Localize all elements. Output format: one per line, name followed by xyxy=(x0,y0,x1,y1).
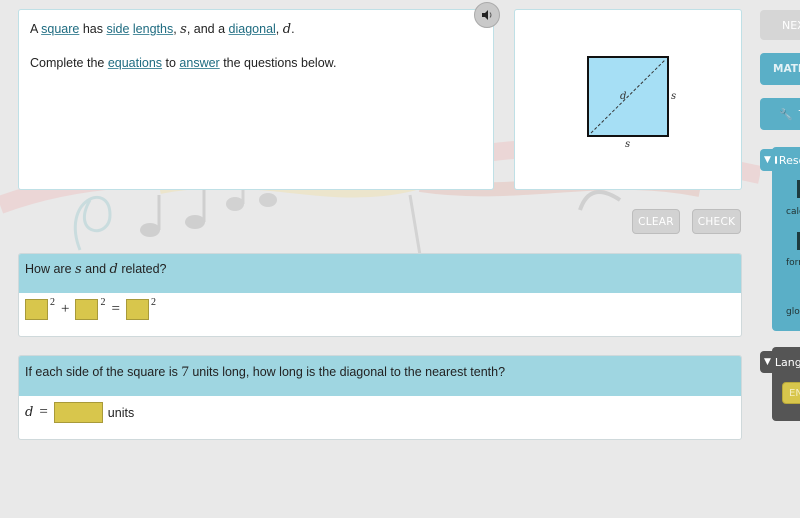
answer-row: d = units xyxy=(19,396,741,429)
intro-text: has xyxy=(79,22,107,36)
intro-text: the questions below. xyxy=(219,56,337,70)
exponent: 2 xyxy=(100,297,106,308)
tools-button[interactable]: 🔧Tools xyxy=(760,98,800,130)
intro-line-1: A square has side lengths, s, and a diag… xyxy=(30,20,482,39)
exponent: 2 xyxy=(50,297,55,308)
clear-button[interactable]: CLEAR xyxy=(632,209,680,234)
figure-card: d s s xyxy=(514,9,742,190)
question-2-card: If each side of the square is 7 units lo… xyxy=(18,355,742,440)
audio-button[interactable] xyxy=(474,2,500,28)
side-label-right: s xyxy=(671,91,676,102)
var-d: d xyxy=(25,405,34,420)
answer-blank-1[interactable] xyxy=(25,299,48,320)
resource-glossary[interactable]: glossary xyxy=(786,307,800,317)
prompt-text: and xyxy=(81,262,110,276)
var-s: s xyxy=(180,22,187,37)
equals-sign: = xyxy=(39,404,48,420)
plus-sign: + xyxy=(61,301,70,317)
resources-toggle[interactable]: ▼ Resources xyxy=(760,149,800,171)
vocab-link-diagonal[interactable]: diagonal xyxy=(229,22,276,36)
vocab-link-answer[interactable]: answer xyxy=(179,56,219,70)
resource-calculator[interactable]: calculator xyxy=(786,207,800,217)
triangle-down-icon: ▼ xyxy=(764,155,771,165)
vocab-link-side[interactable]: side xyxy=(106,22,129,36)
resource-formulas[interactable]: formulas xyxy=(786,258,800,268)
var-d: d xyxy=(109,262,118,277)
answer-blank-2[interactable] xyxy=(75,299,99,320)
language-toggle[interactable]: ▼ Language xyxy=(760,351,800,373)
vocab-link-square[interactable]: square xyxy=(41,22,79,36)
prompt-text: related? xyxy=(117,262,167,276)
unit-label: units xyxy=(107,405,135,420)
vocab-link-lengths[interactable]: lengths xyxy=(133,22,173,36)
question-1-card: How are s and d related? 2 + 2 = 2 xyxy=(18,253,742,337)
intro-text: Complete the xyxy=(30,56,108,70)
intro-line-2: Complete the equations to answer the que… xyxy=(30,54,482,72)
check-button[interactable]: CHECK xyxy=(692,209,741,234)
diagonal-answer-input[interactable] xyxy=(53,402,103,423)
question-2-prompt: If each side of the square is 7 units lo… xyxy=(19,356,741,396)
equation-row: 2 + 2 = 2 xyxy=(19,293,741,326)
diagonal-label: d xyxy=(620,91,626,102)
intro-text: to xyxy=(162,56,180,70)
prompt-text: units long, how long is the diagonal to … xyxy=(188,365,506,379)
math-button[interactable]: MATH xyxy=(760,53,800,85)
prompt-text: If each side of the square is xyxy=(25,365,182,379)
intro-text: , xyxy=(275,22,283,36)
side-label-bottom: s xyxy=(625,139,630,150)
equals-sign: = xyxy=(111,301,120,317)
question-1-prompt: How are s and d related? xyxy=(19,254,741,293)
intro-text: . xyxy=(291,22,295,36)
side-length-value: 7 xyxy=(181,364,189,380)
answer-blank-3[interactable] xyxy=(125,299,149,320)
speaker-icon xyxy=(482,10,492,20)
language-label: Language xyxy=(774,355,800,369)
square-diagram: d s s xyxy=(587,56,676,150)
resources-icon xyxy=(774,156,777,164)
language-en-button[interactable]: EN xyxy=(782,382,800,404)
exponent: 2 xyxy=(150,297,156,308)
wrench-icon: 🔧 xyxy=(779,107,793,121)
vocab-link-equations[interactable]: equations xyxy=(108,56,162,70)
resources-panel xyxy=(772,147,800,331)
resources-label: Resources xyxy=(778,153,800,167)
prompt-text: How are xyxy=(25,262,76,276)
triangle-down-icon: ▼ xyxy=(764,357,771,367)
intro-card: A square has side lengths, s, and a diag… xyxy=(18,9,494,190)
intro-text: , and a xyxy=(186,22,229,36)
var-d: d xyxy=(282,22,292,37)
next-button[interactable]: NEXT xyxy=(760,10,800,40)
intro-text: A xyxy=(30,22,42,36)
var-s: s xyxy=(75,262,82,277)
